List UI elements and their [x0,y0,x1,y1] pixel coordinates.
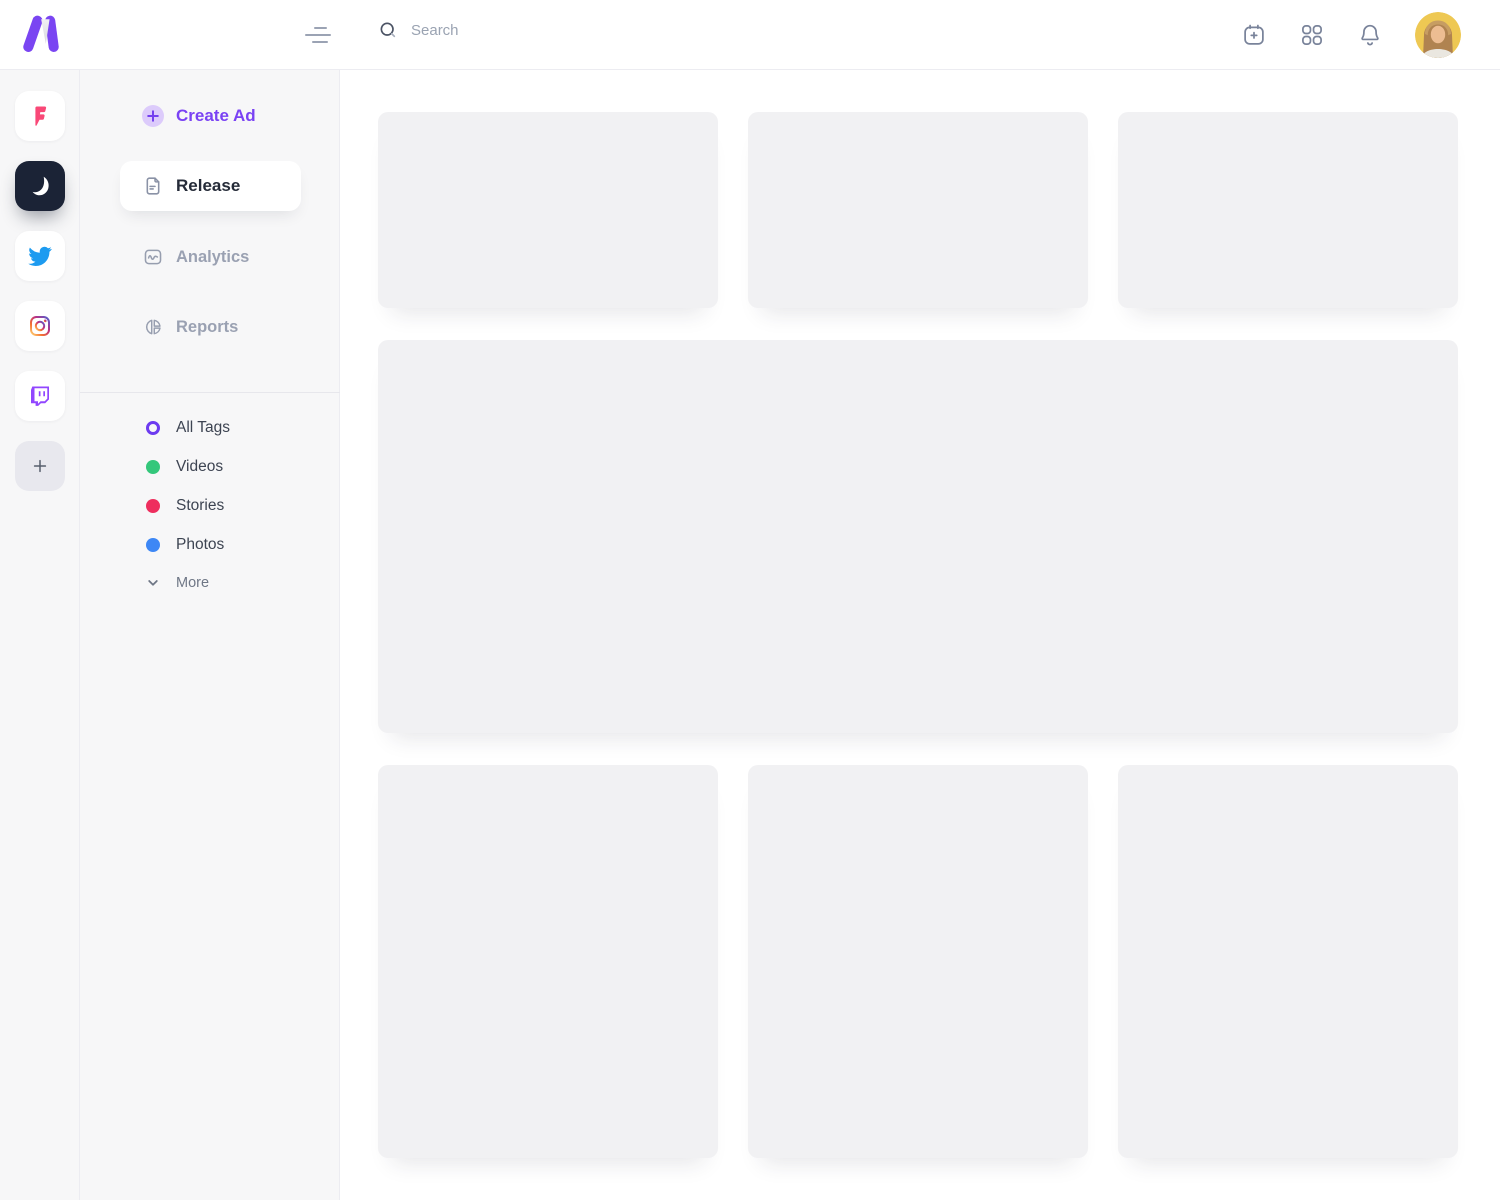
search-icon [378,20,398,40]
placeholder-card-wide [378,340,1458,733]
search-input[interactable] [411,22,671,39]
avatar-photo [1415,12,1461,58]
create-ad-plus-icon [142,105,164,127]
workspace-twitter-button[interactable] [15,231,65,281]
pie-chart-icon [142,316,164,338]
placeholder-card [748,112,1088,308]
tag-label: Photos [176,536,224,554]
placeholder-card [1118,765,1458,1158]
envato-leaf-icon [28,174,52,198]
add-workspace-button[interactable] [15,441,65,491]
apps-grid-icon [1299,22,1325,48]
document-icon [142,175,164,197]
new-event-button[interactable] [1241,22,1267,48]
tag-filter-videos[interactable]: Videos [146,457,223,477]
instagram-icon [28,314,52,338]
twitch-icon [28,384,52,408]
tag-label: Stories [176,497,224,515]
workspace-instagram-button[interactable] [15,301,65,351]
workspace-rail [0,70,80,1200]
tag-filter-all-tags[interactable]: All Tags [146,418,230,438]
sidebar: Create Ad Release Analytics Reports All … [80,70,340,1200]
create-ad-button[interactable]: Create Ad [142,104,256,128]
create-ad-label: Create Ad [176,106,256,126]
sidebar-item-label: Release [176,176,240,196]
sidebar-item-label: Reports [176,318,238,337]
sidebar-item-reports[interactable]: Reports [142,315,238,339]
search-bar [378,20,671,40]
placeholder-card [378,112,718,308]
topbar-actions [1241,0,1461,70]
sidebar-item-release[interactable]: Release [120,161,301,211]
workspace-twitch-button[interactable] [15,371,65,421]
foursquare-icon [28,104,52,128]
calendar-plus-icon [1241,22,1267,48]
tag-dot-icon [146,538,160,552]
placeholder-card [1118,112,1458,308]
twitter-icon [28,244,52,268]
app-logo [20,15,62,55]
tag-filter-stories[interactable]: Stories [146,496,224,516]
user-avatar[interactable] [1415,12,1461,58]
more-label: More [176,575,209,591]
menu-toggle-button[interactable] [305,26,332,44]
tag-dot-icon [146,460,160,474]
sidebar-divider [80,392,340,393]
tag-label: All Tags [176,419,230,437]
plus-icon [30,456,50,476]
tag-ring-icon [146,421,160,435]
tag-filter-photos[interactable]: Photos [146,535,224,555]
sidebar-item-analytics[interactable]: Analytics [142,245,249,269]
placeholder-card [748,765,1088,1158]
analytics-wave-icon [142,246,164,268]
content-grid [378,112,1458,1158]
logo-m-icon [20,15,62,52]
apps-grid-button[interactable] [1299,22,1325,48]
workspace-foursquare-button[interactable] [15,91,65,141]
notifications-button[interactable] [1357,22,1383,48]
tag-dot-icon [146,499,160,513]
content-area [340,70,1500,1200]
placeholder-card [378,765,718,1158]
tags-more-button[interactable]: More [146,573,209,593]
chevron-down-icon [146,576,160,590]
bell-icon [1357,22,1383,48]
top-bar [0,0,1500,70]
sidebar-item-label: Analytics [176,248,249,267]
tag-label: Videos [176,458,223,476]
workspace-envato-button[interactable] [15,161,65,211]
